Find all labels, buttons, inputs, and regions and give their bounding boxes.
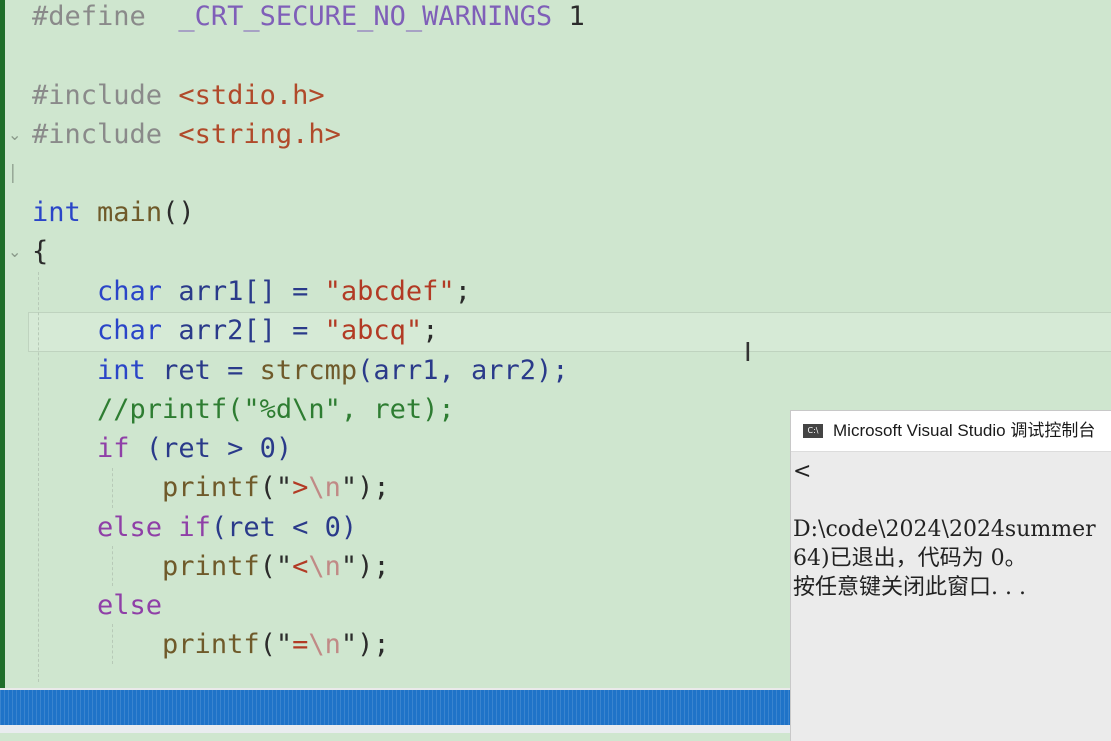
code-line-13[interactable]: printf("<\n");	[0, 547, 390, 586]
string-text: =	[292, 629, 309, 660]
horizontal-scrollbar[interactable]	[0, 688, 792, 727]
code-line-8[interactable]: int ret = strcmp(arr1, arr2);	[0, 351, 568, 390]
code-line-15[interactable]: printf("=\n");	[0, 625, 390, 664]
console-caret: <	[793, 459, 812, 484]
console-app-icon: C:\	[803, 424, 823, 438]
code-line-6[interactable]: char arr1[] = "abcdef";	[0, 272, 471, 311]
type-keyword: int	[97, 355, 146, 386]
call-args: (arr1, arr2);	[357, 355, 569, 386]
declaration: arr2[] =	[178, 315, 325, 346]
type-keyword: char	[97, 315, 163, 346]
function-name: main	[97, 197, 163, 228]
code-line-10[interactable]: if (ret > 0)	[0, 429, 292, 468]
escape-sequence: \n	[308, 551, 341, 582]
string-open: ("	[259, 551, 293, 582]
type-keyword: int	[32, 197, 81, 228]
semicolon: ;	[454, 276, 471, 307]
code-line-2[interactable]: ⌄ #include <stdio.h>	[0, 76, 325, 144]
debug-console-window[interactable]: C:\ Microsoft Visual Studio 调试控制台 < D:\c…	[790, 410, 1111, 741]
string-open: ("	[259, 472, 293, 503]
console-line-press-key: 按任意键关闭此窗口. . .	[793, 575, 1026, 600]
code-line-12[interactable]: else if(ret < 0)	[0, 508, 357, 547]
preprocessor-directive: #include	[32, 80, 163, 111]
function-call: printf	[162, 472, 260, 503]
code-line-11[interactable]: printf(">\n");	[0, 468, 390, 507]
console-line-path: D:\code\2024\2024summer	[793, 517, 1096, 542]
string-text: <	[292, 551, 309, 582]
macro-name: _CRT_SECURE_NO_WARNINGS	[178, 1, 553, 32]
preprocessor-directive: #define	[32, 1, 146, 32]
code-line-14[interactable]: else	[0, 586, 162, 625]
string-close: ");	[340, 629, 390, 660]
console-line-exit: 64)已退出，代码为 0。	[793, 546, 1027, 571]
type-keyword: char	[97, 276, 163, 307]
string-close: ");	[340, 472, 390, 503]
status-strip	[0, 725, 792, 733]
declaration: ret =	[162, 355, 260, 386]
comment: //printf("%d\n", ret);	[97, 394, 455, 425]
escape-sequence: \n	[308, 472, 341, 503]
include-header: <string.h>	[178, 119, 341, 150]
string-close: ");	[340, 551, 390, 582]
escape-sequence: \n	[308, 629, 341, 660]
macro-value: 1	[568, 1, 585, 32]
open-brace: {	[32, 236, 49, 267]
code-line-9[interactable]: //printf("%d\n", ret);	[0, 390, 455, 429]
preprocessor-directive: #include	[32, 119, 163, 150]
code-line-7[interactable]: char arr2[] = "abcq";	[0, 311, 438, 350]
function-call: printf	[162, 629, 260, 660]
code-line-5[interactable]: {	[0, 232, 65, 271]
parens: ()	[162, 197, 195, 228]
string-literal: "abcdef"	[324, 276, 455, 307]
control-keyword: else	[97, 590, 163, 621]
control-keyword: else	[97, 512, 163, 543]
control-keyword: if	[178, 512, 211, 543]
condition: (ret < 0)	[210, 512, 358, 543]
code-line-4[interactable]: ⌄ int main()	[0, 193, 195, 261]
include-header: <stdio.h>	[178, 80, 325, 111]
declaration: arr1[] =	[178, 276, 325, 307]
fold-bracket-icon: │	[8, 164, 18, 183]
control-keyword: if	[97, 433, 130, 464]
string-text: >	[292, 472, 309, 503]
code-line-1[interactable]: #define _CRT_SECURE_NO_WARNINGS 1	[0, 0, 585, 36]
string-open: ("	[259, 629, 293, 660]
console-title: Microsoft Visual Studio 调试控制台	[833, 421, 1096, 440]
function-call: strcmp	[259, 355, 358, 386]
condition: (ret > 0)	[145, 433, 293, 464]
function-call: printf	[162, 551, 260, 582]
string-literal: "abcq"	[324, 315, 423, 346]
console-titlebar[interactable]: C:\ Microsoft Visual Studio 调试控制台	[791, 411, 1111, 452]
semicolon: ;	[422, 315, 439, 346]
code-line-3[interactable]: │ #include <string.h>	[0, 115, 341, 183]
text-cursor-icon: I	[744, 338, 752, 368]
console-output[interactable]: < D:\code\2024\2024summer 64)已退出，代码为 0。 …	[793, 457, 1096, 602]
